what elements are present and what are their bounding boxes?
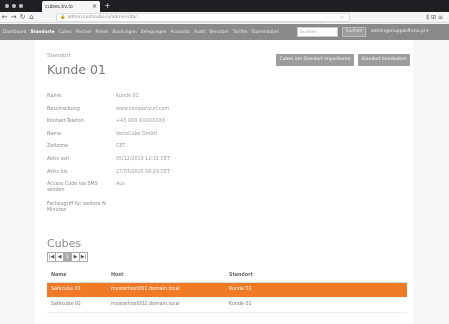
import-cubes-button[interactable]: Cubes am Standort importieren [276,54,354,66]
table-row[interactable]: Safecube 02 musterhost002.domain.local Kun… [47,297,407,313]
pagination: |◀ ◀ 1 ▶ ▶| [47,252,88,262]
nav-item[interactable]: Belegungen [141,30,167,35]
nav-item[interactable]: Dashboard [3,30,26,35]
lock-icon: 🔒 [60,15,66,20]
table-cell: Safecube 01 [47,282,107,298]
property-list: Name Kunde 01 Beschreibung www.companyurl.c… [47,94,407,222]
property-row: Beschreibung www.companyurl.com [47,107,407,120]
property-row: Name Kunde 01 [47,94,407,107]
url-text: admin.kuchcube.io/admin/site/... [67,15,142,20]
property-value: VarioCube GmbH [116,131,158,137]
property-value: +43 XXX XXXXXXXX [116,119,166,125]
property-value: CET [116,144,126,150]
back-icon[interactable]: ← [0,12,9,22]
search-input[interactable]: Suchen [297,27,338,37]
nav-item[interactable]: Benutzer [209,30,228,35]
table-cell: musterhost002.domain.local [107,297,225,313]
tab-title: cubes.kv.io [45,3,73,10]
nav-item[interactable]: Accounts [170,30,190,35]
search-button[interactable]: Suchen [342,27,366,37]
property-value: 27/03/2025 08:29 CET [116,169,170,175]
property-row: Fachzugriff für weitere N Minuten [47,202,407,222]
property-row: Zeitzone CET [47,144,407,157]
property-label: Zeitzone [47,144,68,150]
toolbar-icons[interactable]: ⫼ ⊞ ≡ [426,12,443,23]
nav-item[interactable]: Standorte [30,30,54,35]
property-label: Name [47,131,62,137]
table-header-row: Name Host Standort [47,270,407,283]
property-row: Name VarioCube GmbH [47,132,407,145]
column-header[interactable]: Name [47,270,107,283]
cubes-table: Name Host Standort Safecube 01 musterhost… [47,270,407,313]
last-page-button[interactable]: ▶| [79,252,88,262]
nav-item[interactable]: Buchungen [112,30,136,35]
url-bar[interactable]: 🔒 admin.kuchcube.io/admin/site/... ··· ☆ [56,13,350,22]
nav-item[interactable]: Preise [96,30,109,35]
column-header[interactable]: Standort [225,270,407,283]
property-label: Fachzugriff für weitere N Minuten [47,202,106,214]
browser-tab[interactable]: cubes.kv.io × [42,1,100,12]
property-row: Aktiv bis 27/03/2025 08:29 CET [47,170,407,183]
property-value: 05/12/2019 12:31 CET [116,156,170,162]
breadcrumb: Standort [47,53,71,59]
close-tab-icon[interactable]: × [92,3,97,10]
property-label: Beschreibung [47,106,80,112]
tab-bar: cubes.kv.io × + [0,0,449,12]
home-icon[interactable]: ⌂ [27,12,36,22]
forward-icon[interactable]: → [9,12,18,22]
new-tab-icon[interactable]: + [104,1,111,10]
table-cell: Safecube 02 [47,297,107,313]
nav-item[interactable]: Partner [76,30,92,35]
page-title: Kunde 01 [47,62,106,77]
property-row: Access Code via SMS senden Aus [47,182,407,202]
property-row: Aktiv seit 05/12/2019 12:31 CET [47,157,407,170]
reload-icon[interactable]: ↻ [18,12,27,22]
property-value: Kunde 01 [116,94,139,99]
content-panel: Standort Kunde 01 Cubes am Standort impo… [35,40,413,324]
nav-item[interactable]: Cubes [59,30,72,35]
property-label: Name [47,94,62,99]
column-header[interactable]: Host [107,270,225,283]
bookmark-icon[interactable]: ··· ☆ [325,15,346,21]
user-menu[interactable]: admin@muppasfirma.pl ▾ [371,29,429,34]
property-row: Kontakt-Telefon +43 XXX XXXXXXXX [47,119,407,132]
property-label: Aktiv seit [47,156,70,162]
window-controls[interactable] [5,4,23,8]
property-label: Aktiv bis [47,169,68,175]
property-label: Kontakt-Telefon [47,119,84,125]
edit-location-button[interactable]: Standort bearbeiten [358,54,410,66]
browser-window: cubes.kv.io × + ← → ↻ ⌂ 🔒 admin.kuchcube… [0,0,449,324]
nav-item[interactable]: Audit [194,30,205,35]
table-row[interactable]: Safecube 01 musterhost001.domain.local Kun… [47,282,407,298]
nav-item[interactable]: Tarifire [233,30,248,35]
property-value: www.companyurl.com [116,106,170,112]
table-cell: Kunde 01 [225,282,407,298]
table-cell: musterhost001.domain.local [107,282,225,298]
table-cell: Kunde 01 [225,297,407,313]
property-label: Access Code via SMS senden [47,182,98,194]
cubes-heading: Cubes [47,237,82,250]
nav-item[interactable]: Stammdaten [251,30,279,35]
property-value: Aus [116,182,125,188]
